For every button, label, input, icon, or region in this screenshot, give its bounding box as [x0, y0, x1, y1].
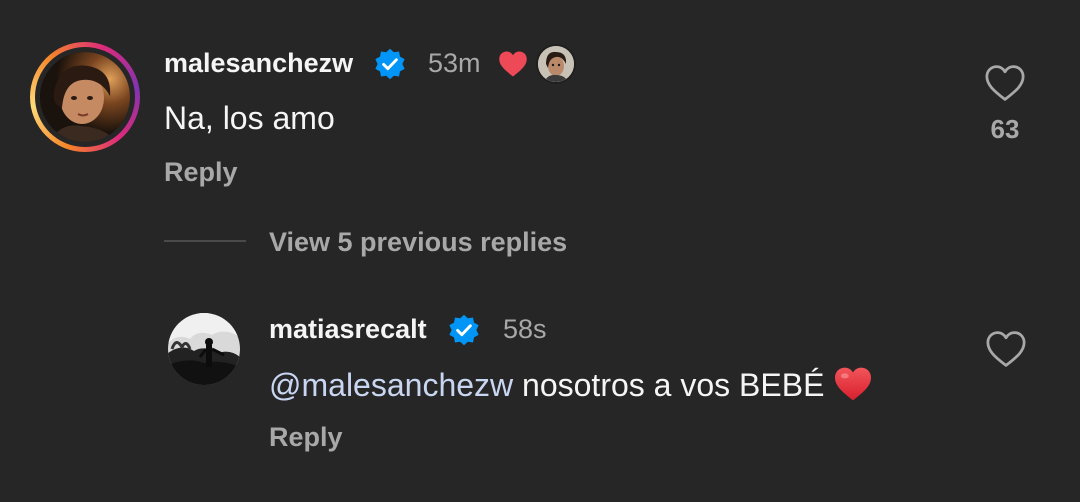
comment-username[interactable]: malesanchezw [164, 48, 353, 79]
mention-link[interactable]: @malesanchezw [269, 367, 513, 403]
comment-timestamp: 53m [428, 48, 481, 78]
reply-username[interactable]: matiasrecalt [269, 314, 427, 345]
creator-avatar [536, 44, 576, 84]
like-heart-icon[interactable] [984, 64, 1026, 102]
reply-reply-button[interactable]: Reply [269, 422, 343, 453]
red-heart-emoji-icon [835, 367, 872, 401]
avatar-malesanchezw [40, 52, 130, 142]
replies-divider [164, 240, 246, 242]
like-heart-icon[interactable] [985, 330, 1027, 368]
reply-text: nosotros a vos BEBÉ [513, 367, 834, 403]
story-ring-avatar[interactable] [30, 42, 140, 152]
avatar-matiasrecalt[interactable] [168, 313, 240, 385]
creator-liked-heart-icon [499, 51, 527, 77]
reply-text-line: @malesanchezw nosotros a vos BEBÉ [269, 366, 873, 404]
comment-reply-button[interactable]: Reply [164, 157, 238, 188]
verified-badge-icon [449, 314, 479, 346]
comment-text: Na, los amo [164, 100, 335, 136]
verified-badge-icon [375, 48, 405, 80]
reply-timestamp: 58s [503, 314, 547, 344]
view-previous-replies-button[interactable]: View 5 previous replies [269, 227, 567, 258]
like-count: 63 [990, 114, 1020, 144]
